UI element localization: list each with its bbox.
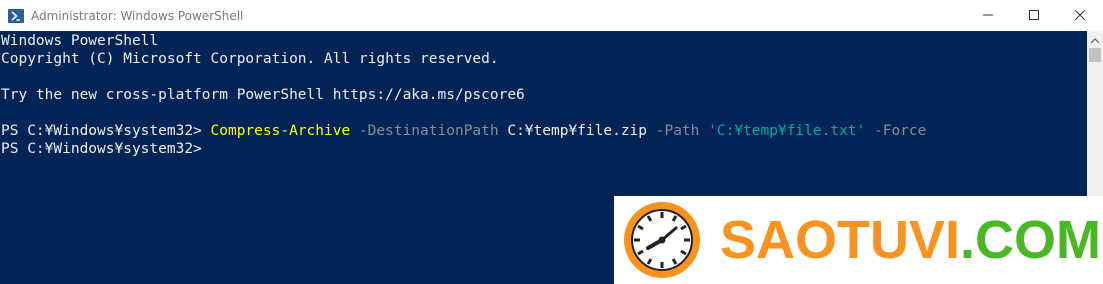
chevron-up-icon [1090,31,1100,49]
close-button[interactable] [1057,0,1103,31]
clock-icon [622,200,702,280]
string-token: 'C:¥temp¥file.txt' [699,123,866,139]
close-icon [1074,9,1086,23]
watermark-domain: .COM [960,210,1102,270]
maximize-icon [1029,9,1039,23]
minimize-button[interactable] [965,0,1011,31]
argument-token: C:¥temp¥file.zip [498,123,648,139]
console-line: Try the new cross-platform PowerShell ht… [1,87,525,103]
parameter-token: -Force [865,123,927,139]
window-title: Administrator: Windows PowerShell [31,8,244,23]
parameter-token: -Path [647,123,700,139]
minimize-icon [983,9,993,23]
scroll-thumb[interactable] [1089,48,1101,62]
console-line: Copyright (C) Microsoft Corporation. All… [1,51,499,67]
console-line: Windows PowerShell [1,33,159,49]
powershell-window: Administrator: Windows PowerShell Window… [0,0,1103,284]
prompt: PS C:¥Windows¥system32> [1,123,211,139]
cmdlet-token: Compress-Archive [210,123,351,139]
title-bar[interactable]: Administrator: Windows PowerShell [0,0,1103,31]
window-controls [965,0,1103,31]
powershell-icon[interactable] [8,8,24,24]
prompt-line: PS C:¥Windows¥system32> [1,141,202,157]
watermark-text: SAOTUVI.COM [720,213,1101,267]
command-line: PS C:¥Windows¥system32> Compress-Archive… [1,122,926,140]
watermark-brand: SAOTUVI [720,210,961,270]
maximize-button[interactable] [1011,0,1057,31]
parameter-token: -DestinationPath [350,123,499,139]
scroll-up-button[interactable] [1087,31,1103,48]
watermark: SAOTUVI.COM [614,196,1103,284]
